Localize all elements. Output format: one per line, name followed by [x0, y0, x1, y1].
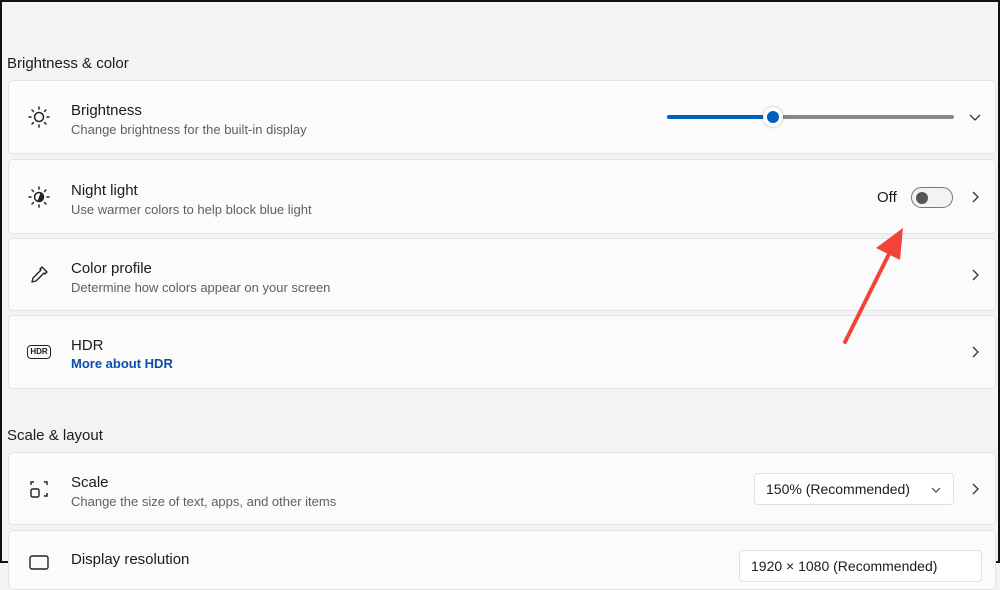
brightness-card[interactable]: Brightness Change brightness for the bui… — [8, 80, 996, 154]
color-profile-subtitle: Determine how colors appear on your scre… — [71, 280, 331, 295]
display-resolution-title: Display resolution — [71, 551, 190, 568]
chevron-down-icon[interactable] — [969, 111, 981, 123]
scale-selected: 150% (Recommended) — [766, 481, 910, 497]
night-light-toggle[interactable] — [911, 187, 953, 208]
slider-empty-track — [773, 115, 954, 119]
sun-icon — [28, 106, 50, 128]
resolution-icon — [29, 555, 49, 570]
scale-subtitle: Change the size of text, apps, and other… — [71, 494, 337, 509]
section-brightness-color: Brightness & color — [7, 55, 129, 72]
night-light-card[interactable]: Night light Use warmer colors to help bl… — [8, 159, 996, 234]
hdr-card[interactable]: HDR HDR More about HDR — [8, 315, 996, 389]
brightness-title: Brightness — [71, 102, 142, 119]
night-light-title: Night light — [71, 182, 138, 199]
eyedropper-icon — [31, 265, 48, 283]
display-resolution-card[interactable]: Display resolution 1920 × 1080 (Recommen… — [8, 530, 996, 590]
hdr-title: HDR — [71, 337, 104, 354]
chevron-down-icon — [931, 487, 941, 493]
brightness-slider[interactable] — [667, 107, 954, 127]
hdr-icon: HDR — [27, 345, 51, 359]
resolution-selected: 1920 × 1080 (Recommended) — [751, 558, 938, 574]
night-light-state: Off — [877, 189, 897, 206]
more-about-hdr-link[interactable]: More about HDR — [71, 356, 173, 371]
section-scale-layout: Scale & layout — [7, 427, 103, 444]
night-light-subtitle: Use warmer colors to help block blue lig… — [71, 202, 312, 217]
scale-title: Scale — [71, 474, 109, 491]
scale-card[interactable]: Scale Change the size of text, apps, and… — [8, 452, 996, 525]
chevron-right-icon[interactable] — [969, 191, 981, 203]
color-profile-title: Color profile — [71, 260, 152, 277]
brightness-subtitle: Change brightness for the built-in displ… — [71, 122, 307, 137]
chevron-right-icon[interactable] — [969, 269, 981, 281]
night-light-icon — [28, 185, 50, 208]
chevron-right-icon[interactable] — [969, 346, 981, 358]
slider-filled-track — [667, 115, 774, 119]
chevron-right-icon[interactable] — [969, 483, 981, 495]
scale-dropdown[interactable]: 150% (Recommended) — [754, 473, 954, 505]
scale-icon — [30, 480, 48, 498]
resolution-dropdown[interactable]: 1920 × 1080 (Recommended) — [739, 550, 982, 582]
slider-thumb[interactable] — [763, 107, 784, 127]
color-profile-card[interactable]: Color profile Determine how colors appea… — [8, 238, 996, 311]
